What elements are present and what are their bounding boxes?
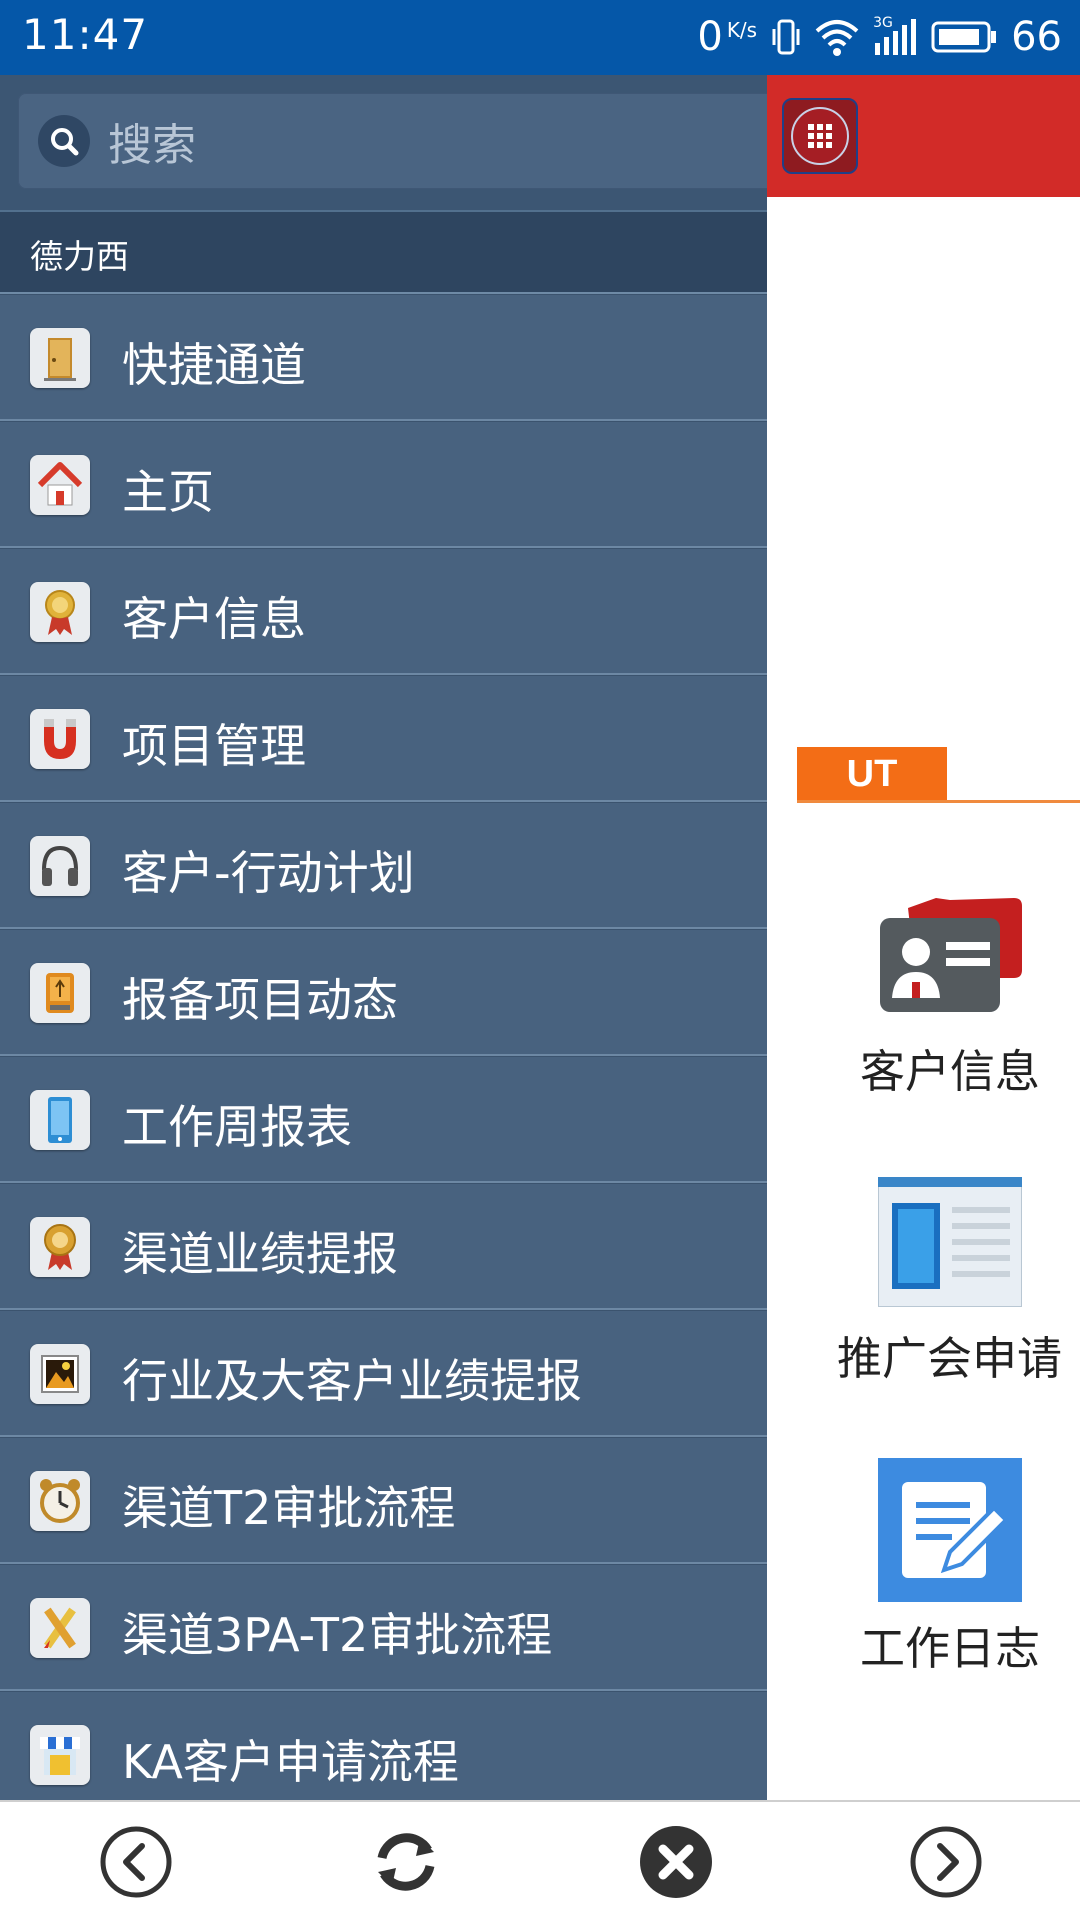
status-time: 11:47: [22, 10, 149, 59]
menu-item-customer-action-plan[interactable]: 客户-行动计划: [0, 802, 767, 929]
navigation-drawer: 搜索 德力西 快捷通道 主页 客户信息 项目管理 客户-行动计划 报备项目动态 …: [0, 75, 767, 1800]
search-input[interactable]: 搜索: [18, 93, 767, 189]
menu-item-project-management[interactable]: 项目管理: [0, 675, 767, 802]
tab-ut[interactable]: UT: [797, 747, 947, 802]
menu-item-customer-info[interactable]: 客户信息: [0, 548, 767, 675]
apps-menu-button[interactable]: [782, 98, 858, 174]
shop-icon: [30, 1725, 90, 1785]
grid-icon: [791, 107, 849, 165]
tile-label-promotion-request[interactable]: 推广会申请: [837, 1322, 1062, 1387]
tile-label-customer-info[interactable]: 客户信息: [860, 1035, 1040, 1100]
battery-icon: [931, 19, 997, 55]
status-bar: 11:47 0 K/s 3G 66: [0, 0, 1080, 75]
bottom-navigation: [0, 1800, 1080, 1922]
forward-icon[interactable]: [908, 1824, 984, 1900]
menu-item-channel-t2-approval[interactable]: 渠道T2审批流程: [0, 1437, 767, 1564]
tab-underline: [797, 800, 1080, 803]
menu-item-quick-access[interactable]: 快捷通道: [0, 294, 767, 421]
magnet-icon: [30, 709, 90, 769]
section-label: 德力西: [30, 237, 129, 276]
status-icons: 0 K/s 3G 66: [697, 12, 1062, 62]
vibrate-icon: [771, 17, 801, 57]
home-icon: [30, 455, 90, 515]
tile-label-work-log[interactable]: 工作日志: [860, 1612, 1040, 1677]
drawer-menu: 快捷通道 主页 客户信息 项目管理 客户-行动计划 报备项目动态 工作周报表 渠…: [0, 294, 767, 1800]
certificate-icon: [30, 582, 90, 642]
menu-item-channel-performance[interactable]: 渠道业绩提报: [0, 1183, 767, 1310]
menu-item-home[interactable]: 主页: [0, 421, 767, 548]
headphones-icon: [30, 836, 90, 896]
search-area: 搜索: [0, 75, 767, 210]
usb-drive-icon: [30, 963, 90, 1023]
edit-note-icon[interactable]: [878, 1458, 1022, 1602]
menu-item-ka-customer-application[interactable]: KA客户申请流程: [0, 1691, 767, 1800]
close-icon[interactable]: [638, 1824, 714, 1900]
door-icon: [30, 328, 90, 388]
picture-icon: [30, 1344, 90, 1404]
menu-item-report-project-updates[interactable]: 报备项目动态: [0, 929, 767, 1056]
pencil-ruler-icon: [30, 1598, 90, 1658]
refresh-icon[interactable]: [368, 1824, 444, 1900]
alarm-clock-icon: [30, 1471, 90, 1531]
net-speed: 0 K/s: [697, 14, 758, 60]
battery-level: 66: [1011, 14, 1062, 60]
section-header: 德力西: [0, 210, 767, 294]
document-icon[interactable]: [877, 1176, 1023, 1308]
back-icon[interactable]: [98, 1824, 174, 1900]
menu-item-weekly-report[interactable]: 工作周报表: [0, 1056, 767, 1183]
search-placeholder: 搜索: [108, 120, 196, 171]
medal-icon: [30, 1217, 90, 1277]
menu-item-industry-key-account-performance[interactable]: 行业及大客户业绩提报: [0, 1310, 767, 1437]
wifi-icon: [815, 17, 859, 57]
contact-card-icon[interactable]: [876, 890, 1026, 1020]
menu-item-channel-3pa-t2-approval[interactable]: 渠道3PA-T2审批流程: [0, 1564, 767, 1691]
signal-icon: 3G: [873, 15, 917, 57]
search-icon: [38, 115, 90, 167]
phone-icon: [30, 1090, 90, 1150]
